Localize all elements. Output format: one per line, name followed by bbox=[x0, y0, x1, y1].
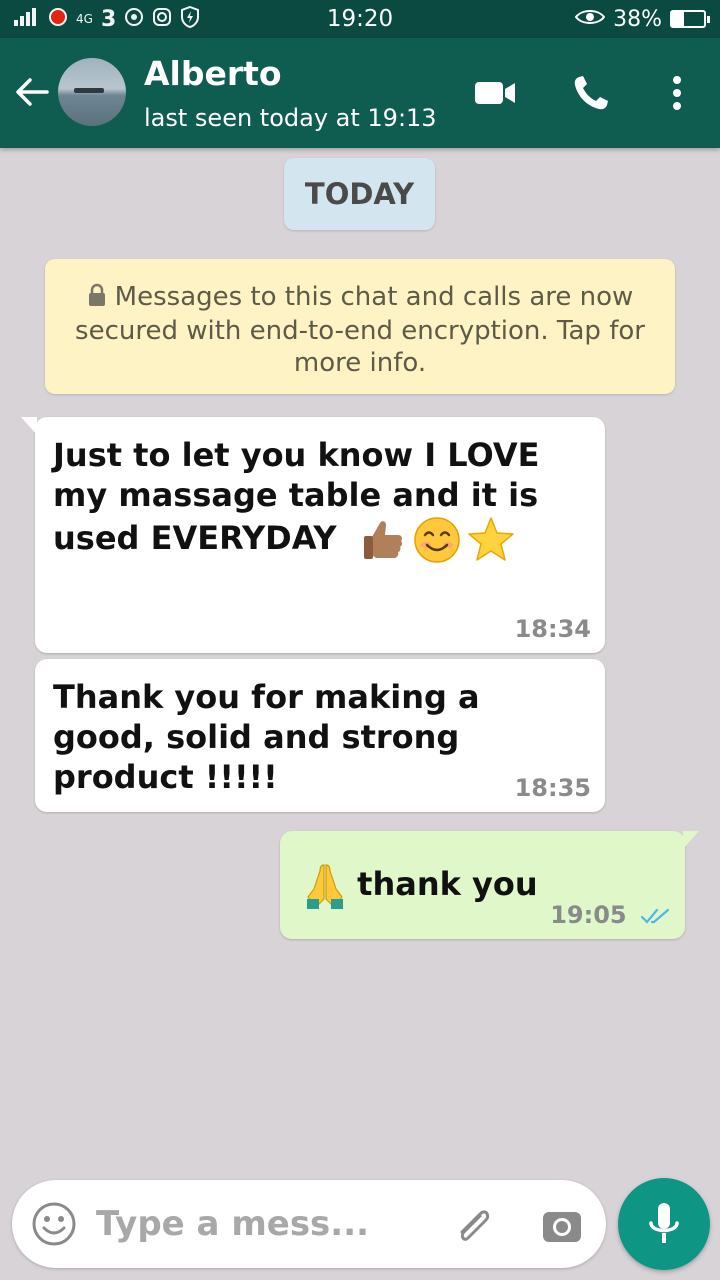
message-bubble-incoming[interactable]: Just to let you know I LOVE my massage t… bbox=[21, 417, 605, 653]
status-icons-left: 4G 3 bbox=[14, 5, 200, 33]
camera-button[interactable] bbox=[538, 1202, 586, 1250]
attach-button[interactable] bbox=[450, 1202, 498, 1250]
instagram-icon bbox=[152, 7, 172, 32]
signal-bars-icon bbox=[14, 7, 40, 31]
emoji-group bbox=[358, 515, 516, 565]
kebab-menu-icon bbox=[673, 76, 681, 110]
bubble-tail bbox=[683, 831, 699, 849]
emoji-button[interactable] bbox=[30, 1200, 78, 1248]
back-arrow-icon bbox=[16, 78, 49, 106]
message-time: 19:05 bbox=[550, 901, 627, 929]
eye-comfort-icon bbox=[574, 7, 606, 32]
three-carrier-icon: 3 bbox=[100, 6, 117, 32]
message-text: Just to let you know I LOVE my massage t… bbox=[53, 435, 587, 565]
encryption-notice[interactable]: Messages to this chat and calls are now … bbox=[45, 259, 675, 394]
date-chip: TODAY bbox=[284, 158, 435, 230]
double-check-read-icon bbox=[641, 908, 670, 924]
video-camera-icon bbox=[475, 82, 515, 104]
last-seen-status[interactable]: last seen today at 19:13 bbox=[144, 104, 437, 132]
phone-icon bbox=[574, 76, 608, 110]
message-input[interactable] bbox=[96, 1194, 426, 1254]
network-type-label: 4G bbox=[76, 12, 93, 26]
more-options-button[interactable] bbox=[652, 68, 702, 118]
message-body: thank you bbox=[357, 865, 538, 903]
folded-hands-icon bbox=[307, 864, 343, 909]
status-icons-right: 38% bbox=[574, 6, 710, 32]
smiley-icon bbox=[32, 1202, 76, 1246]
thumbs-up-icon bbox=[363, 521, 402, 559]
lock-icon bbox=[87, 283, 107, 315]
message-time: 18:35 bbox=[514, 774, 591, 802]
contact-name[interactable]: Alberto bbox=[144, 54, 282, 93]
battery-percent: 38% bbox=[613, 6, 662, 32]
bubble-tail bbox=[21, 417, 37, 435]
back-button[interactable] bbox=[12, 70, 52, 114]
battery-level-fill bbox=[672, 12, 685, 26]
message-text: Thank you for making a good, solid and s… bbox=[53, 678, 480, 796]
shield-bolt-icon bbox=[180, 5, 200, 33]
smiling-face-icon bbox=[413, 517, 460, 563]
chat-header: Alberto last seen today at 19:13 bbox=[0, 38, 720, 148]
message-time-status: 19:05 bbox=[550, 901, 671, 929]
voice-call-button[interactable] bbox=[566, 68, 616, 118]
message-time: 18:34 bbox=[514, 615, 591, 643]
star-icon bbox=[467, 517, 514, 561]
message-bubble-incoming[interactable]: Thank you for making a good, solid and s… bbox=[35, 659, 605, 812]
chrome-icon bbox=[124, 7, 144, 32]
microphone-icon bbox=[649, 1203, 679, 1243]
message-composer bbox=[12, 1180, 606, 1268]
encryption-notice-text: Messages to this chat and calls are now … bbox=[75, 282, 645, 378]
message-bubble-outgoing[interactable]: thank you 19:05 bbox=[280, 831, 699, 939]
battery-icon bbox=[670, 10, 710, 28]
camera-icon bbox=[543, 1212, 581, 1242]
video-call-button[interactable] bbox=[470, 68, 520, 118]
contact-avatar[interactable] bbox=[58, 58, 126, 126]
status-bar: 4G 3 19:20 38% bbox=[0, 0, 720, 38]
paperclip-icon bbox=[460, 1210, 490, 1241]
vodafone-icon bbox=[48, 7, 68, 32]
voice-record-button[interactable] bbox=[618, 1178, 710, 1270]
